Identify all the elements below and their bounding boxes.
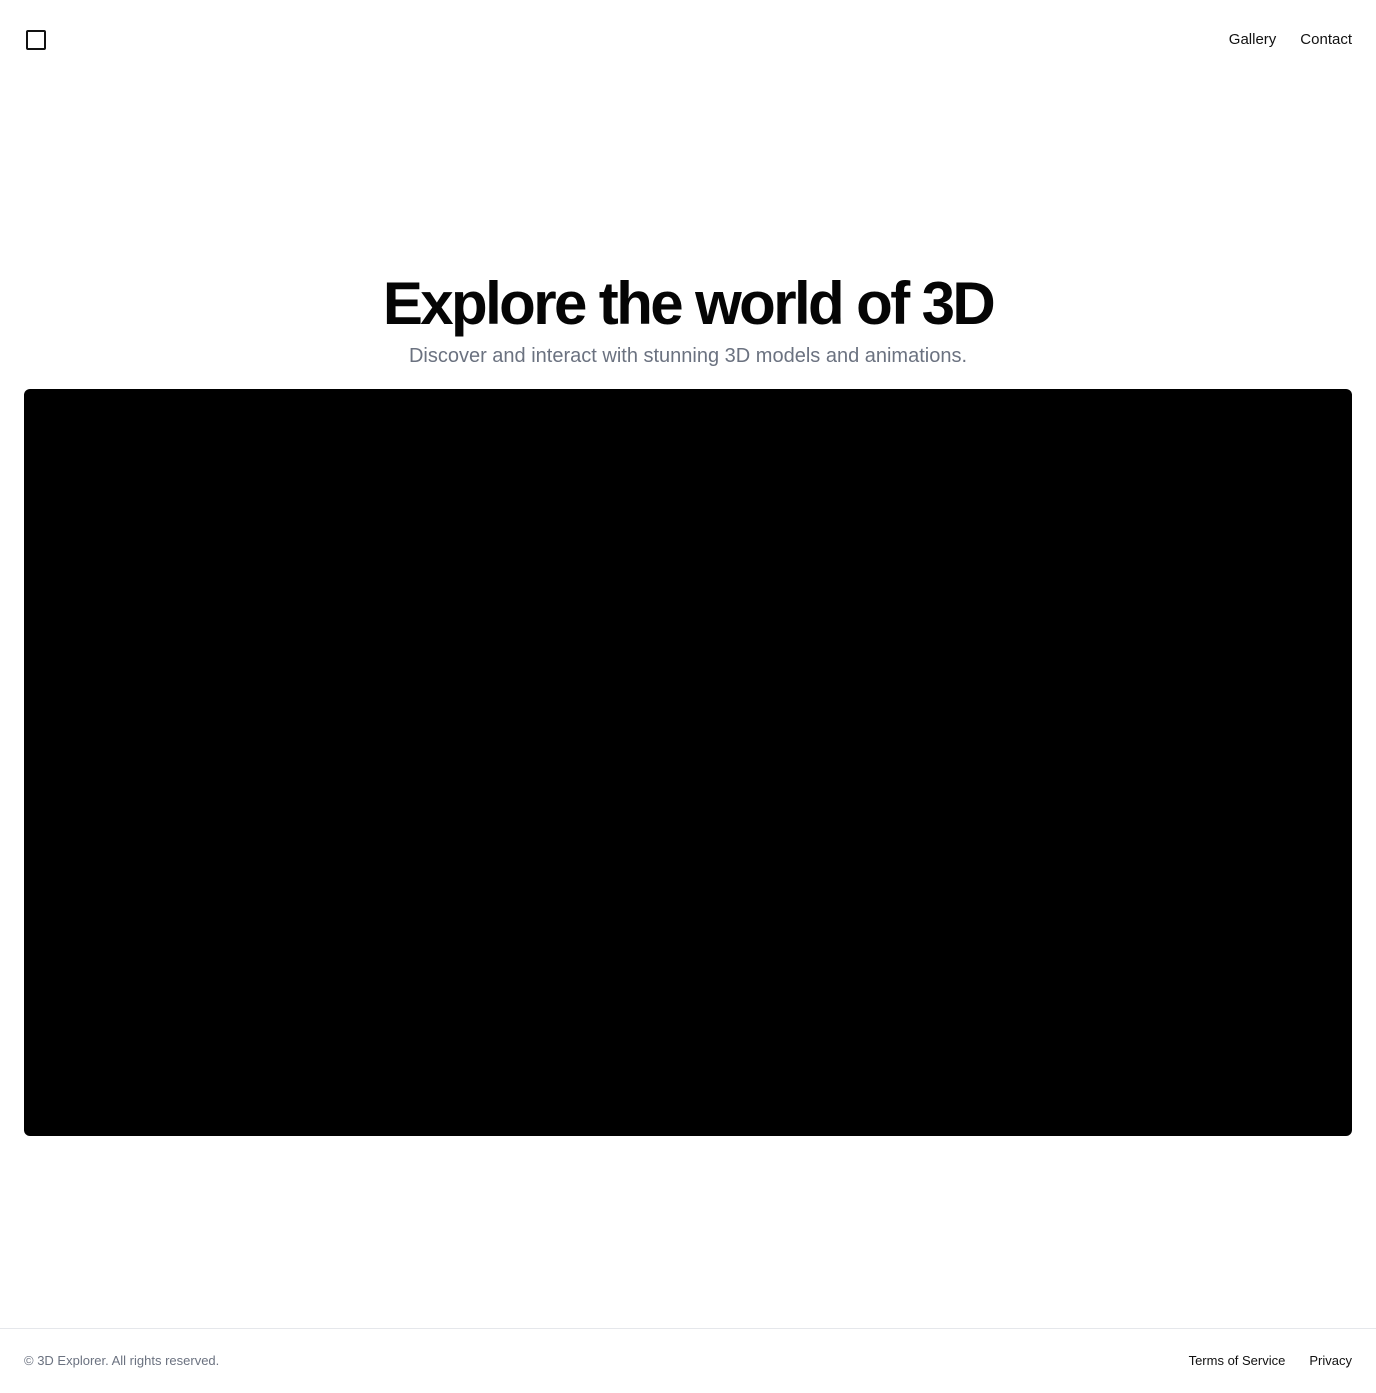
hero-title: Explore the world of 3D [382, 270, 996, 337]
footer-link-privacy[interactable]: Privacy [1309, 1353, 1352, 1369]
logo-square-icon[interactable] [26, 30, 46, 50]
footer-links: Terms of Service Privacy [1189, 1353, 1352, 1369]
footer-link-terms[interactable]: Terms of Service [1189, 1353, 1286, 1369]
page: Gallery Contact Explore the world of 3D … [0, 0, 1376, 1393]
site-header: Gallery Contact [0, 0, 1376, 80]
nav-link-contact[interactable]: Contact [1300, 30, 1352, 50]
main-nav: Gallery Contact [1229, 30, 1352, 50]
3d-viewer-canvas[interactable] [24, 389, 1352, 1136]
nav-link-gallery[interactable]: Gallery [1229, 30, 1277, 50]
site-footer: © 3D Explorer. All rights reserved. Term… [0, 1328, 1376, 1393]
hero-subtitle: Discover and interact with stunning 3D m… [408, 345, 968, 367]
copyright-text: © 3D Explorer. All rights reserved. [24, 1353, 220, 1368]
